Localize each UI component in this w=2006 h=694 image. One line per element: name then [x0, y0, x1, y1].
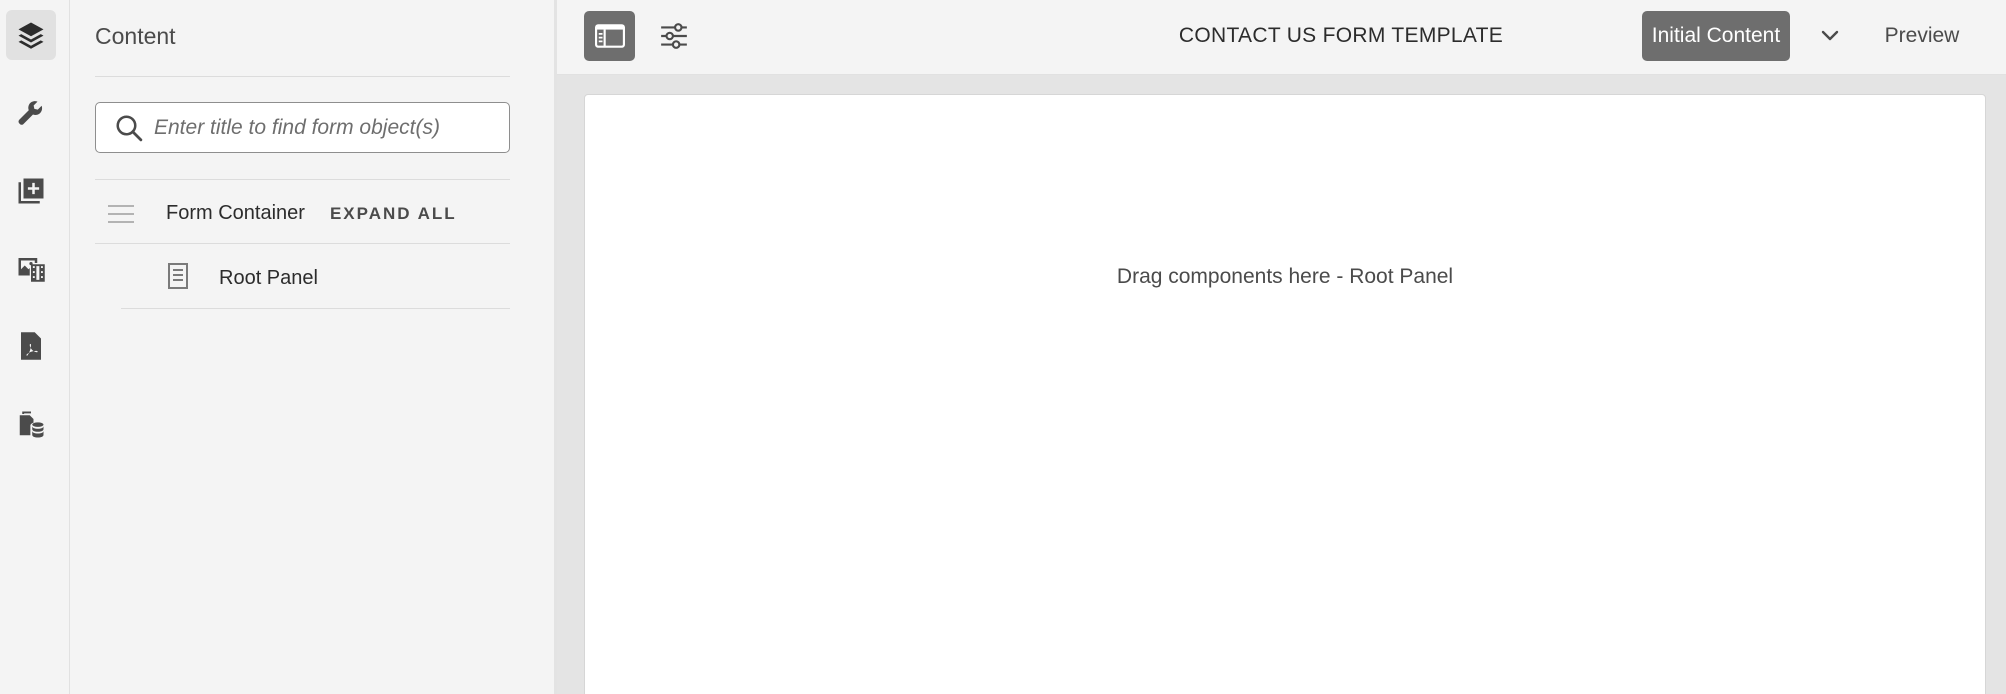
wrench-icon	[18, 101, 43, 125]
assets-icon	[18, 258, 45, 282]
mode-dropdown-button[interactable]	[1810, 16, 1850, 56]
side-panel-icon	[594, 24, 625, 48]
add-component-icon	[18, 178, 44, 204]
data-source-icon	[19, 411, 44, 438]
panel-icon	[166, 263, 190, 294]
drag-handle-icon[interactable]	[108, 204, 134, 224]
drop-zone-placeholder: Drag components here - Root Panel	[1116, 265, 1454, 288]
panel-divider	[121, 308, 510, 309]
search-icon	[116, 115, 143, 141]
rail-content-tree-button[interactable]	[6, 10, 56, 60]
panel-divider	[95, 243, 510, 244]
search-field[interactable]	[95, 102, 510, 153]
side-rail	[0, 0, 70, 694]
expand-all-button[interactable]: EXPAND ALL	[330, 204, 457, 224]
tree-item-label: Root Panel	[219, 267, 318, 289]
rail-properties-button[interactable]	[6, 88, 56, 138]
tree-item-label: Form Container	[166, 202, 305, 224]
tree-item-root-panel[interactable]: Root Panel	[166, 263, 318, 294]
sliders-icon	[661, 23, 687, 49]
page-title: CONTACT US FORM TEMPLATE	[1178, 24, 1504, 47]
panel-divider	[95, 179, 510, 180]
rail-document-of-record-button[interactable]	[6, 321, 56, 371]
toggle-side-panel-button[interactable]	[584, 11, 635, 61]
properties-button[interactable]	[652, 14, 696, 58]
initial-content-button[interactable]: Initial Content	[1642, 11, 1790, 61]
preview-button[interactable]: Preview	[1872, 24, 1972, 48]
panel-divider	[95, 76, 510, 77]
rail-components-button[interactable]	[6, 166, 56, 216]
form-canvas[interactable]: Drag components here - Root Panel	[584, 94, 1986, 694]
layers-icon	[18, 22, 44, 49]
panel-title: Content	[95, 23, 176, 49]
pdf-icon	[21, 332, 41, 360]
rail-data-sources-button[interactable]	[6, 399, 56, 449]
chevron-down-icon	[1821, 30, 1839, 41]
content-panel: Content Form Container EXPAND ALL Root P…	[70, 0, 557, 694]
rail-assets-button[interactable]	[6, 243, 56, 293]
search-input[interactable]	[154, 115, 484, 140]
tree-item-form-container[interactable]: Form Container EXPAND ALL	[108, 202, 457, 225]
editor-toolbar: CONTACT US FORM TEMPLATE Initial Content…	[557, 0, 2006, 75]
